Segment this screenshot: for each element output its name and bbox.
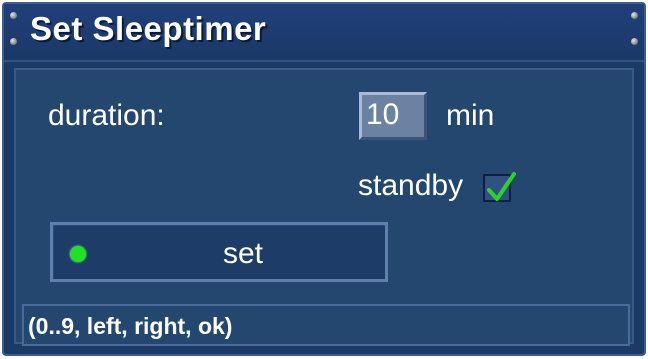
duration-label: duration: [48, 99, 165, 132]
screw-icon [10, 38, 17, 45]
set-button-label: set [222, 237, 264, 270]
standby-label: standby [358, 169, 464, 202]
checkmark-icon [487, 172, 516, 201]
help-text: (0..9, left, right, ok) [28, 313, 233, 339]
screw-icon [10, 12, 17, 19]
sleeptimer-dialog: Set Sleeptimer duration: 10 min standby … [2, 2, 646, 356]
standby-checkbox[interactable] [483, 172, 516, 202]
title-bar: Set Sleeptimer [4, 4, 644, 62]
dialog-title: Set Sleeptimer [30, 10, 267, 47]
set-button[interactable]: set [50, 222, 388, 282]
screw-icon [631, 38, 638, 45]
screw-icon [631, 12, 638, 19]
content-panel: duration: 10 min standby set [14, 68, 634, 344]
duration-unit-label: min [446, 99, 495, 132]
duration-input[interactable]: 10 [359, 92, 427, 140]
help-bar: (0..9, left, right, ok) [22, 304, 630, 346]
